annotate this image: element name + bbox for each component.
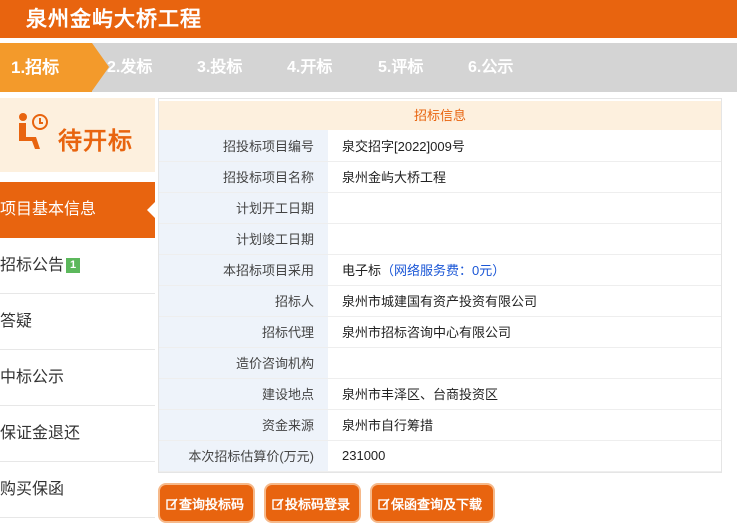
row-value: 泉州市招标咨询中心有限公司 xyxy=(328,316,721,348)
sidebar-item-label: 中标公示 xyxy=(0,369,65,386)
button-label: 投标码登录 xyxy=(285,497,351,512)
table-row: 本次招标估算价(万元) 231000 xyxy=(159,440,721,472)
table-row: 招投标项目名称 泉州金屿大桥工程 xyxy=(159,161,721,193)
row-value: 泉州市城建国有资产投资有限公司 xyxy=(328,285,721,317)
row-label: 计划竣工日期 xyxy=(159,223,328,255)
step-5[interactable]: 5.评标 xyxy=(378,43,423,92)
row-label: 招投标项目编号 xyxy=(159,130,328,162)
row-label: 计划开工日期 xyxy=(159,192,328,224)
sidebar-item-label: 购买保函 xyxy=(0,481,65,498)
row-value: 泉州市丰泽区、台商投资区 xyxy=(328,378,721,410)
button-label: 查询投标码 xyxy=(179,497,245,512)
row-value: 231000 xyxy=(328,440,721,472)
button-label: 保函查询及下载 xyxy=(391,497,483,512)
row-label: 招投标项目名称 xyxy=(159,161,328,193)
sidebar-item-buy-guarantee[interactable]: 购买保函 xyxy=(0,462,155,518)
row-value: 电子标（网络服务费：0元） xyxy=(328,254,721,286)
table-row: 建设地点 泉州市丰泽区、台商投资区 xyxy=(159,378,721,410)
sidebar-item-qa[interactable]: 答疑 xyxy=(0,294,155,350)
sidebar-item-award-notice[interactable]: 中标公示 xyxy=(0,350,155,406)
sidebar: 待开标 项目基本信息 招标公告 1 答疑 中标公示 保证金退还 购买保函 xyxy=(0,98,156,531)
person-clock-icon xyxy=(16,112,50,155)
table-row: 招标代理 泉州市招标咨询中心有限公司 xyxy=(159,316,721,348)
status-box: 待开标 xyxy=(0,98,155,172)
count-badge: 1 xyxy=(66,258,81,273)
row-label: 资金来源 xyxy=(159,409,328,441)
sidebar-item-label: 答疑 xyxy=(0,313,33,330)
step-1[interactable]: 1.招标 xyxy=(0,43,109,92)
tender-info-panel: 招标信息 招投标项目编号 泉交招字[2022]009号 招投标项目名称 泉州金屿大桥… xyxy=(158,98,722,473)
row-label: 本次招标估算价(万元) xyxy=(159,440,328,472)
row-value: 泉州金屿大桥工程 xyxy=(328,161,721,193)
panel-title: 招标信息 xyxy=(159,101,721,130)
table-row: 计划开工日期 xyxy=(159,192,721,224)
row-value xyxy=(328,347,721,379)
row-value xyxy=(328,192,721,224)
table-row: 计划竣工日期 xyxy=(159,223,721,255)
progress-steps: 1.招标 2.发标 3.投标 4.开标 5.评标 6.公示 xyxy=(0,43,737,92)
guarantee-query-download-button[interactable]: 保函查询及下载 xyxy=(370,483,495,523)
step-3[interactable]: 3.投标 xyxy=(197,43,242,92)
sidebar-item-label: 项目基本信息 xyxy=(0,201,97,218)
row-value xyxy=(328,223,721,255)
app-header: 泉州金屿大桥工程 xyxy=(0,0,737,38)
page-title: 泉州金屿大桥工程 xyxy=(26,8,202,31)
status-text: 待开标 xyxy=(58,128,133,155)
sidebar-item-basic-info[interactable]: 项目基本信息 xyxy=(0,182,156,238)
table-row: 招标人 泉州市城建国有资产投资有限公司 xyxy=(159,285,721,317)
bid-code-login-button[interactable]: 投标码登录 xyxy=(264,483,361,523)
query-bid-code-button[interactable]: 查询投标码 xyxy=(158,483,255,523)
row-label: 招标代理 xyxy=(159,316,328,348)
row-label: 本招标项目采用 xyxy=(159,254,328,286)
row-value: 泉交招字[2022]009号 xyxy=(328,130,721,162)
table-row: 本招标项目采用 电子标（网络服务费：0元） xyxy=(159,254,721,286)
step-4[interactable]: 4.开标 xyxy=(287,43,332,92)
sidebar-item-deposit-refund[interactable]: 保证金退还 xyxy=(0,406,155,462)
row-label: 招标人 xyxy=(159,285,328,317)
edit-icon xyxy=(272,486,284,510)
tender-type: 电子标 xyxy=(342,263,382,278)
sidebar-item-label: 保证金退还 xyxy=(0,425,81,442)
info-table: 招投标项目编号 泉交招字[2022]009号 招投标项目名称 泉州金屿大桥工程 计划… xyxy=(159,130,721,472)
step-6[interactable]: 6.公示 xyxy=(468,43,513,92)
sidebar-item-announcement[interactable]: 招标公告 1 xyxy=(0,238,155,294)
sidebar-item-label: 招标公告 xyxy=(0,257,65,274)
table-row: 招投标项目编号 泉交招字[2022]009号 xyxy=(159,130,721,162)
service-fee-link[interactable]: （网络服务费：0元） xyxy=(381,263,505,278)
row-label: 造价咨询机构 xyxy=(159,347,328,379)
edit-icon xyxy=(378,486,390,510)
edit-icon xyxy=(166,486,178,510)
table-row: 造价咨询机构 xyxy=(159,347,721,379)
row-label: 建设地点 xyxy=(159,378,328,410)
row-value: 泉州市自行筹措 xyxy=(328,409,721,441)
table-row: 资金来源 泉州市自行筹措 xyxy=(159,409,721,441)
step-2[interactable]: 2.发标 xyxy=(107,43,152,92)
